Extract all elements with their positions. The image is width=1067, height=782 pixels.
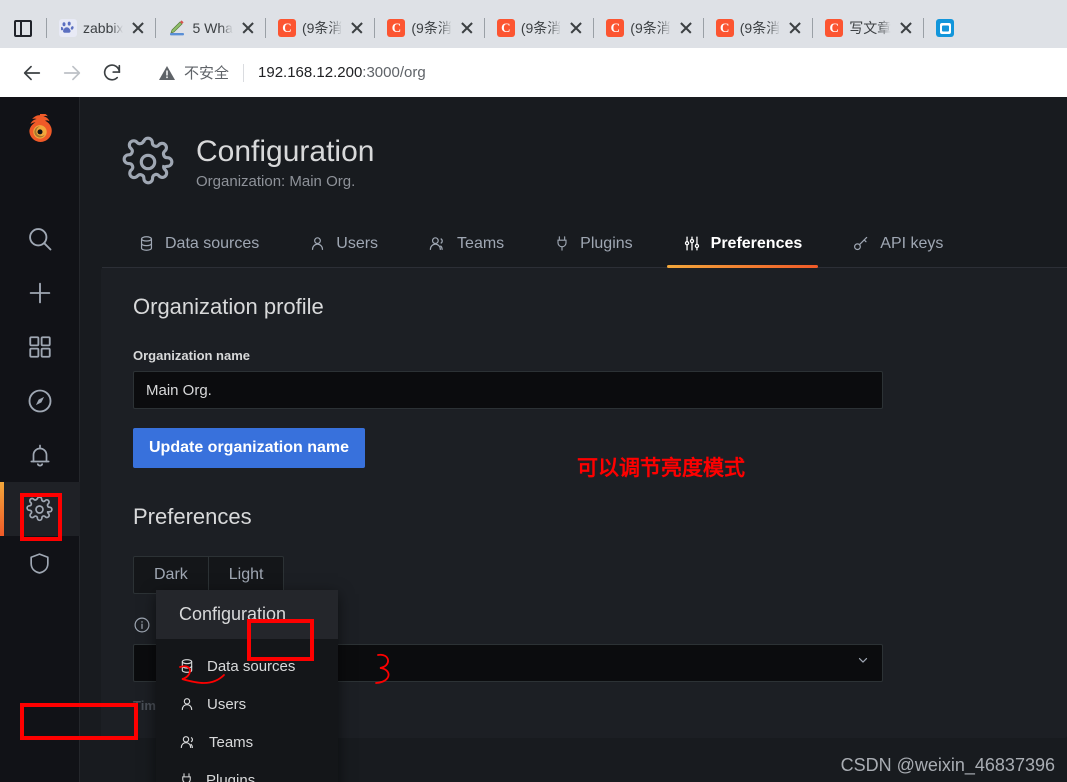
close-icon[interactable]: [677, 19, 695, 37]
sidebar-item-search[interactable]: [0, 212, 80, 266]
browser-tab[interactable]: C (9条消: [485, 8, 593, 48]
address-bar[interactable]: 不安全 192.168.12.200:3000/org: [144, 55, 1055, 90]
browser-tab[interactable]: 5 Wha: [156, 8, 264, 48]
close-icon[interactable]: [348, 19, 366, 37]
page-tabs: Data sources Users Teams Plugins Prefere…: [102, 220, 1067, 268]
sidebar-item-create[interactable]: [0, 266, 80, 320]
browser-chrome: zabbix 5 Wha C (9条消 C (9条消 C (9条消 C (9条消…: [0, 0, 1067, 97]
panel-toggle-icon[interactable]: [0, 8, 46, 48]
menu-item-data-sources[interactable]: Data sources: [156, 647, 338, 685]
menu-item-plugins[interactable]: Plugins: [156, 761, 338, 782]
tab-title: zabbix: [83, 20, 124, 36]
tab-label: Plugins: [580, 234, 633, 252]
browser-tab-partial[interactable]: [924, 8, 962, 48]
omnibox-divider: [243, 63, 245, 82]
menu-item-label: Plugins: [206, 771, 256, 782]
close-icon[interactable]: [239, 19, 257, 37]
warning-triangle-icon: [158, 65, 176, 81]
csdn-icon: C: [715, 19, 734, 37]
menu-item-teams[interactable]: Teams: [156, 723, 338, 761]
menu-item-users[interactable]: Users: [156, 685, 338, 723]
forward-arrow-icon: [52, 53, 92, 93]
config-menu-list: Data sources Users Teams Plugins Prefere…: [156, 639, 338, 782]
url-path: :3000/org: [362, 64, 426, 81]
org-name-label: Organization name: [133, 347, 251, 363]
reload-icon[interactable]: [92, 53, 132, 93]
tab-title: (9条消: [630, 20, 671, 36]
config-menu-header[interactable]: Configuration: [156, 590, 338, 639]
grafana-app: Configuration Organization: Main Org. Da…: [0, 97, 1067, 782]
main-content: Configuration Organization: Main Org. Da…: [80, 97, 1067, 782]
csdn-icon: C: [825, 19, 844, 37]
back-arrow-icon[interactable]: [12, 53, 52, 93]
sidebar-item-server-admin[interactable]: [0, 536, 80, 590]
tab-preferences[interactable]: Preferences: [666, 221, 819, 268]
tab-api-keys[interactable]: API keys: [836, 221, 959, 267]
grafana-sidebar: [0, 97, 80, 782]
browser-tab[interactable]: C (9条消: [704, 8, 812, 48]
sidebar-item-explore[interactable]: [0, 374, 80, 428]
tab-title: 写文章: [849, 20, 892, 36]
close-icon[interactable]: [129, 19, 147, 37]
note-icon: [168, 19, 186, 37]
menu-item-label: Data sources: [207, 657, 296, 675]
url-host: 192.168.12.200: [258, 64, 363, 81]
tab-users[interactable]: Users: [293, 221, 394, 267]
browser-tab[interactable]: C (9条消: [594, 8, 702, 48]
page-header: Configuration Organization: Main Org.: [80, 97, 1067, 190]
app-icon: [936, 19, 955, 37]
tab-title: (9条消: [301, 20, 343, 36]
tab-data-sources[interactable]: Data sources: [122, 221, 275, 267]
tab-label: Users: [336, 234, 379, 252]
info-circle-icon: [133, 616, 151, 634]
csdn-icon: C: [387, 19, 406, 37]
chinese-annotation-text: 可以调节亮度模式: [577, 456, 745, 480]
preferences-title: Preferences: [133, 503, 252, 529]
org-name-input[interactable]: Main Org.: [133, 370, 883, 409]
close-icon[interactable]: [567, 19, 585, 37]
tab-teams[interactable]: Teams: [412, 221, 520, 267]
ui-theme-radio-group[interactable]: Dark Light: [133, 555, 285, 594]
csdn-icon: C: [606, 19, 625, 37]
watermark: CSDN @weixin_46837396: [840, 755, 1055, 775]
menu-item-label: Teams: [209, 733, 254, 751]
menu-item-label: Users: [207, 695, 247, 713]
page-subtitle: Organization: Main Org.: [196, 172, 356, 190]
browser-tab[interactable]: C 写文章: [813, 8, 923, 48]
gear-icon: [122, 136, 174, 188]
browser-tab[interactable]: zabbix: [47, 8, 155, 48]
browser-tab[interactable]: C (9条消: [375, 8, 483, 48]
close-icon[interactable]: [458, 19, 476, 37]
csdn-icon: C: [496, 19, 515, 37]
tab-plugins[interactable]: Plugins: [538, 221, 648, 267]
baidu-icon: [59, 19, 77, 37]
browser-toolbar: 不安全 192.168.12.200:3000/org: [0, 48, 1067, 97]
theme-option-light[interactable]: Light: [209, 557, 284, 593]
tab-title: (9条消: [520, 20, 562, 36]
page-title: Configuration: [196, 135, 375, 168]
browser-tab[interactable]: C (9条消: [266, 8, 374, 48]
sidebar-item-configuration[interactable]: [0, 482, 80, 536]
tab-label: Teams: [457, 234, 505, 252]
update-org-name-button[interactable]: Update organization name: [133, 427, 366, 468]
tab-label: Data sources: [165, 234, 260, 252]
tab-label: API keys: [880, 234, 944, 252]
configuration-dropdown-menu: Configuration Data sources Users Teams P…: [156, 590, 338, 782]
tab-title: (9条消: [411, 20, 452, 36]
grafana-logo[interactable]: [22, 114, 58, 152]
browser-tabstrip: zabbix 5 Wha C (9条消 C (9条消 C (9条消 C (9条消…: [0, 8, 1067, 48]
security-label: 不安全: [184, 65, 230, 82]
sidebar-item-alerting[interactable]: [0, 428, 80, 482]
theme-option-dark[interactable]: Dark: [134, 556, 209, 593]
tab-title: (9条消: [739, 20, 781, 36]
close-icon[interactable]: [786, 19, 804, 37]
tab-label: Preferences: [710, 234, 803, 252]
org-profile-title: Organization profile: [133, 293, 324, 319]
url-text: 192.168.12.200:3000/org: [258, 64, 426, 81]
tab-title: 5 Wha: [192, 20, 233, 36]
close-icon[interactable]: [897, 19, 915, 37]
csdn-icon: C: [277, 19, 296, 37]
chevron-down-icon: [856, 653, 870, 672]
sidebar-item-dashboards[interactable]: [0, 320, 80, 374]
